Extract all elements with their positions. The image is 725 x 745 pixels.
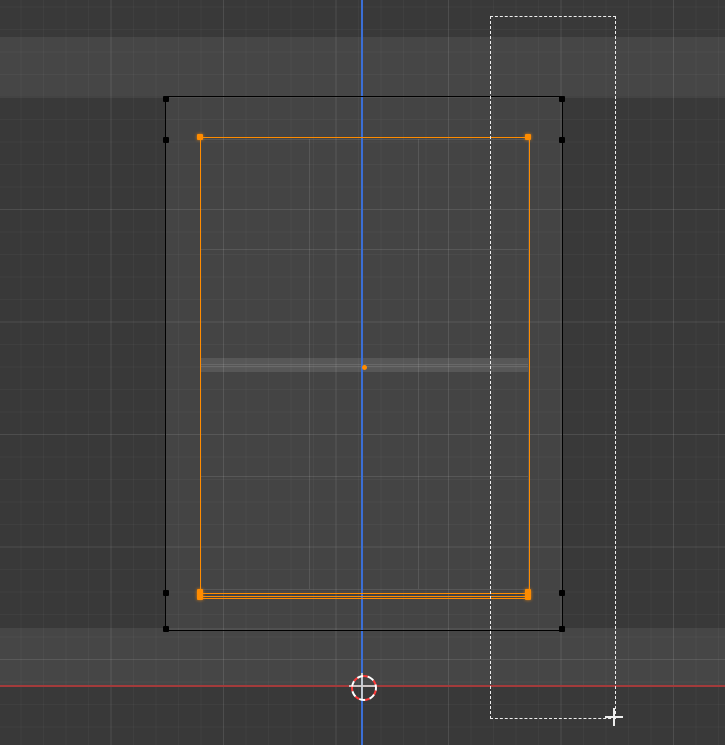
axis-z [361,0,363,745]
vertex[interactable] [163,137,169,143]
vertex[interactable] [163,626,169,632]
vertex[interactable] [163,96,169,102]
vertex[interactable] [525,134,531,140]
vertex[interactable] [559,137,565,143]
edge [200,476,528,477]
vertex[interactable] [559,96,565,102]
vertex[interactable] [197,594,203,600]
vertex[interactable] [525,594,531,600]
edge [528,139,529,589]
edge [200,589,528,590]
vertex[interactable] [197,134,203,140]
vertex[interactable] [559,626,565,632]
vertex[interactable] [163,590,169,596]
viewport-3d[interactable] [0,0,725,745]
edge [200,139,528,140]
axis-x [0,685,725,687]
vertex[interactable] [559,590,565,596]
edge [200,249,528,250]
median-point-icon [362,365,367,370]
